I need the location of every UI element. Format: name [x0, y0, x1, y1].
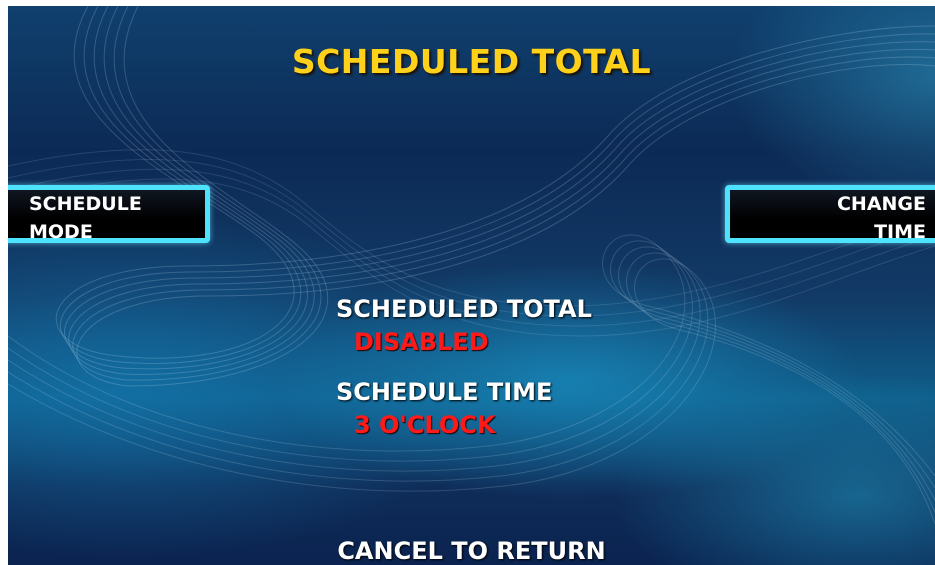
scheduled-total-label: SCHEDULED TOTAL: [336, 295, 592, 323]
page-title: SCHEDULED TOTAL: [291, 42, 652, 81]
schedule-mode-label-line1: SCHEDULE: [29, 193, 142, 215]
change-time-label-line2: TIME: [874, 221, 926, 243]
cancel-instruction: CANCEL TO RETURN: [337, 537, 606, 565]
schedule-time-value: 3 O'CLOCK: [354, 411, 496, 439]
change-time-label-line1: CHANGE: [836, 193, 926, 215]
background-swirls: [8, 6, 935, 525]
schedule-mode-button[interactable]: SCHEDULE MODE: [8, 185, 210, 243]
schedule-time-label: SCHEDULE TIME: [336, 378, 553, 406]
change-time-button[interactable]: CHANGE TIME: [725, 185, 935, 243]
atm-screen: SCHEDULED TOTAL SCHEDULE MODE CHANGE TIM…: [8, 6, 935, 565]
scheduled-total-value: DISABLED: [354, 328, 489, 356]
schedule-mode-label-line2: MODE: [29, 221, 93, 243]
